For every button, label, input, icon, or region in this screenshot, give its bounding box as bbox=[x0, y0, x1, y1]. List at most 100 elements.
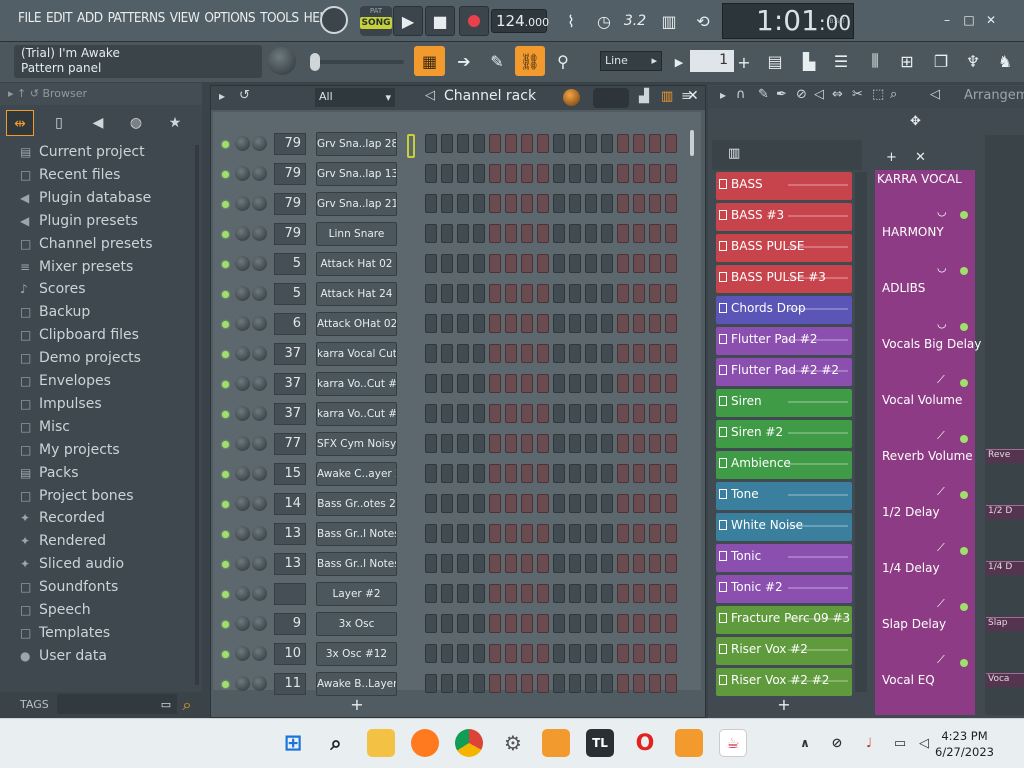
channel-led[interactable] bbox=[222, 561, 229, 568]
channel-pan-knob[interactable] bbox=[235, 496, 250, 511]
channel-led[interactable] bbox=[222, 441, 229, 448]
song-position-clock[interactable]: B:S:T 1:01:00 bbox=[722, 3, 854, 39]
step-button[interactable] bbox=[537, 434, 549, 453]
channel-name-button[interactable]: Linn Snare bbox=[316, 222, 397, 246]
magnet-icon[interactable]: ∩ bbox=[736, 87, 746, 102]
step-button[interactable] bbox=[473, 584, 485, 603]
zoom-tool-icon[interactable]: ⌕ bbox=[890, 87, 897, 102]
link-icon[interactable]: ⛓ bbox=[515, 46, 545, 76]
step-button[interactable] bbox=[489, 374, 501, 393]
step-button[interactable] bbox=[633, 494, 645, 513]
channel-volume-knob[interactable] bbox=[252, 646, 267, 661]
channel-name-button[interactable]: 3x Osc bbox=[316, 612, 397, 636]
pattern-clip[interactable]: Siren bbox=[716, 389, 852, 417]
step-button[interactable] bbox=[585, 254, 597, 273]
automation-track-label[interactable]: Slap Delay bbox=[882, 617, 946, 631]
pattern-clip[interactable]: Chords Drop bbox=[716, 296, 852, 324]
channel-pan-knob[interactable] bbox=[235, 376, 250, 391]
step-button[interactable] bbox=[521, 374, 533, 393]
step-button[interactable] bbox=[473, 344, 485, 363]
step-button[interactable] bbox=[553, 344, 565, 363]
channel-pan-knob[interactable] bbox=[235, 286, 250, 301]
pattern-clip[interactable]: Ambience bbox=[716, 451, 852, 479]
step-button[interactable] bbox=[633, 554, 645, 573]
step-button[interactable] bbox=[617, 584, 629, 603]
step-button[interactable] bbox=[521, 134, 533, 153]
step-button[interactable] bbox=[665, 164, 677, 183]
step-button[interactable] bbox=[425, 284, 437, 303]
step-button[interactable] bbox=[537, 374, 549, 393]
step-button[interactable] bbox=[521, 494, 533, 513]
step-button[interactable] bbox=[489, 404, 501, 423]
rack-arrow-icon[interactable]: ▸ bbox=[219, 89, 225, 103]
step-button[interactable] bbox=[505, 314, 517, 333]
channel-volume-knob[interactable] bbox=[252, 226, 267, 241]
step-button[interactable] bbox=[569, 434, 581, 453]
step-button[interactable] bbox=[665, 254, 677, 273]
channel-volume-knob[interactable] bbox=[252, 256, 267, 271]
browser-item[interactable]: □ Clipboard files bbox=[20, 327, 139, 347]
step-button[interactable] bbox=[633, 374, 645, 393]
mixer-track-number[interactable]: 37 bbox=[274, 343, 306, 365]
step-button[interactable] bbox=[553, 194, 565, 213]
step-button[interactable] bbox=[457, 344, 469, 363]
step-button[interactable] bbox=[553, 554, 565, 573]
channel-led[interactable] bbox=[222, 291, 229, 298]
step-button[interactable] bbox=[505, 644, 517, 663]
step-button[interactable] bbox=[537, 314, 549, 333]
step-button[interactable] bbox=[521, 434, 533, 453]
channel-name-button[interactable]: SFX Cym Noisy bbox=[316, 432, 397, 456]
browser-item[interactable]: □ Soundfonts bbox=[20, 579, 118, 599]
step-button[interactable] bbox=[489, 554, 501, 573]
pattern-clip[interactable]: Tonic bbox=[716, 544, 852, 572]
opera-icon[interactable]: O bbox=[631, 729, 659, 757]
remove-track-icon[interactable]: ✕ bbox=[915, 150, 926, 165]
step-button[interactable] bbox=[425, 554, 437, 573]
step-button[interactable] bbox=[489, 644, 501, 663]
step-button[interactable] bbox=[585, 464, 597, 483]
channel-name-button[interactable]: Awake C..ayer 2 bbox=[316, 462, 397, 486]
piano-keys-icon[interactable]: ▥ bbox=[728, 146, 740, 161]
channel-name-button[interactable]: Bass Gr..otes 2 bbox=[316, 492, 397, 516]
step-button[interactable] bbox=[585, 164, 597, 183]
pattern-clip[interactable]: White Noise bbox=[716, 513, 852, 541]
draw-tool-icon[interactable]: ✎ bbox=[758, 87, 769, 102]
step-button[interactable] bbox=[521, 254, 533, 273]
mixer-track-number[interactable]: 15 bbox=[274, 463, 306, 485]
channel-volume-knob[interactable] bbox=[252, 586, 267, 601]
channel-pan-knob[interactable] bbox=[235, 196, 250, 211]
microphone-icon[interactable]: ♩ bbox=[855, 729, 883, 757]
step-button[interactable] bbox=[665, 194, 677, 213]
step-button[interactable] bbox=[665, 434, 677, 453]
step-button[interactable] bbox=[665, 284, 677, 303]
step-button[interactable] bbox=[521, 164, 533, 183]
channel-led[interactable] bbox=[222, 621, 229, 628]
step-button[interactable] bbox=[457, 554, 469, 573]
tl-app-icon[interactable]: TL bbox=[586, 729, 614, 757]
channel-name-button[interactable]: Bass Gr..l Notes bbox=[316, 522, 397, 546]
automation-clip[interactable]: Slap bbox=[986, 617, 1024, 631]
step-button[interactable] bbox=[617, 554, 629, 573]
step-button[interactable] bbox=[665, 644, 677, 663]
step-button[interactable] bbox=[473, 194, 485, 213]
step-button[interactable] bbox=[457, 644, 469, 663]
step-button[interactable] bbox=[601, 314, 613, 333]
step-button[interactable] bbox=[553, 404, 565, 423]
channel-led[interactable] bbox=[222, 321, 229, 328]
step-button[interactable] bbox=[489, 254, 501, 273]
browser-item[interactable]: □ Backup bbox=[20, 304, 90, 324]
step-button[interactable] bbox=[617, 434, 629, 453]
step-button[interactable] bbox=[569, 674, 581, 693]
step-button[interactable] bbox=[585, 314, 597, 333]
step-button[interactable] bbox=[585, 284, 597, 303]
channel-led[interactable] bbox=[222, 501, 229, 508]
step-button[interactable] bbox=[441, 284, 453, 303]
add-pattern-clip-icon[interactable]: + bbox=[776, 695, 792, 714]
automation-track-label[interactable]: Vocal Volume bbox=[882, 393, 962, 407]
step-button[interactable] bbox=[473, 164, 485, 183]
step-button[interactable] bbox=[553, 224, 565, 243]
step-button[interactable] bbox=[489, 674, 501, 693]
automation-track-label[interactable]: Vocal EQ bbox=[882, 673, 935, 687]
add-channel-icon[interactable]: + bbox=[349, 695, 365, 714]
pattern-clip[interactable]: Riser Vox #2 #2 bbox=[716, 668, 852, 696]
